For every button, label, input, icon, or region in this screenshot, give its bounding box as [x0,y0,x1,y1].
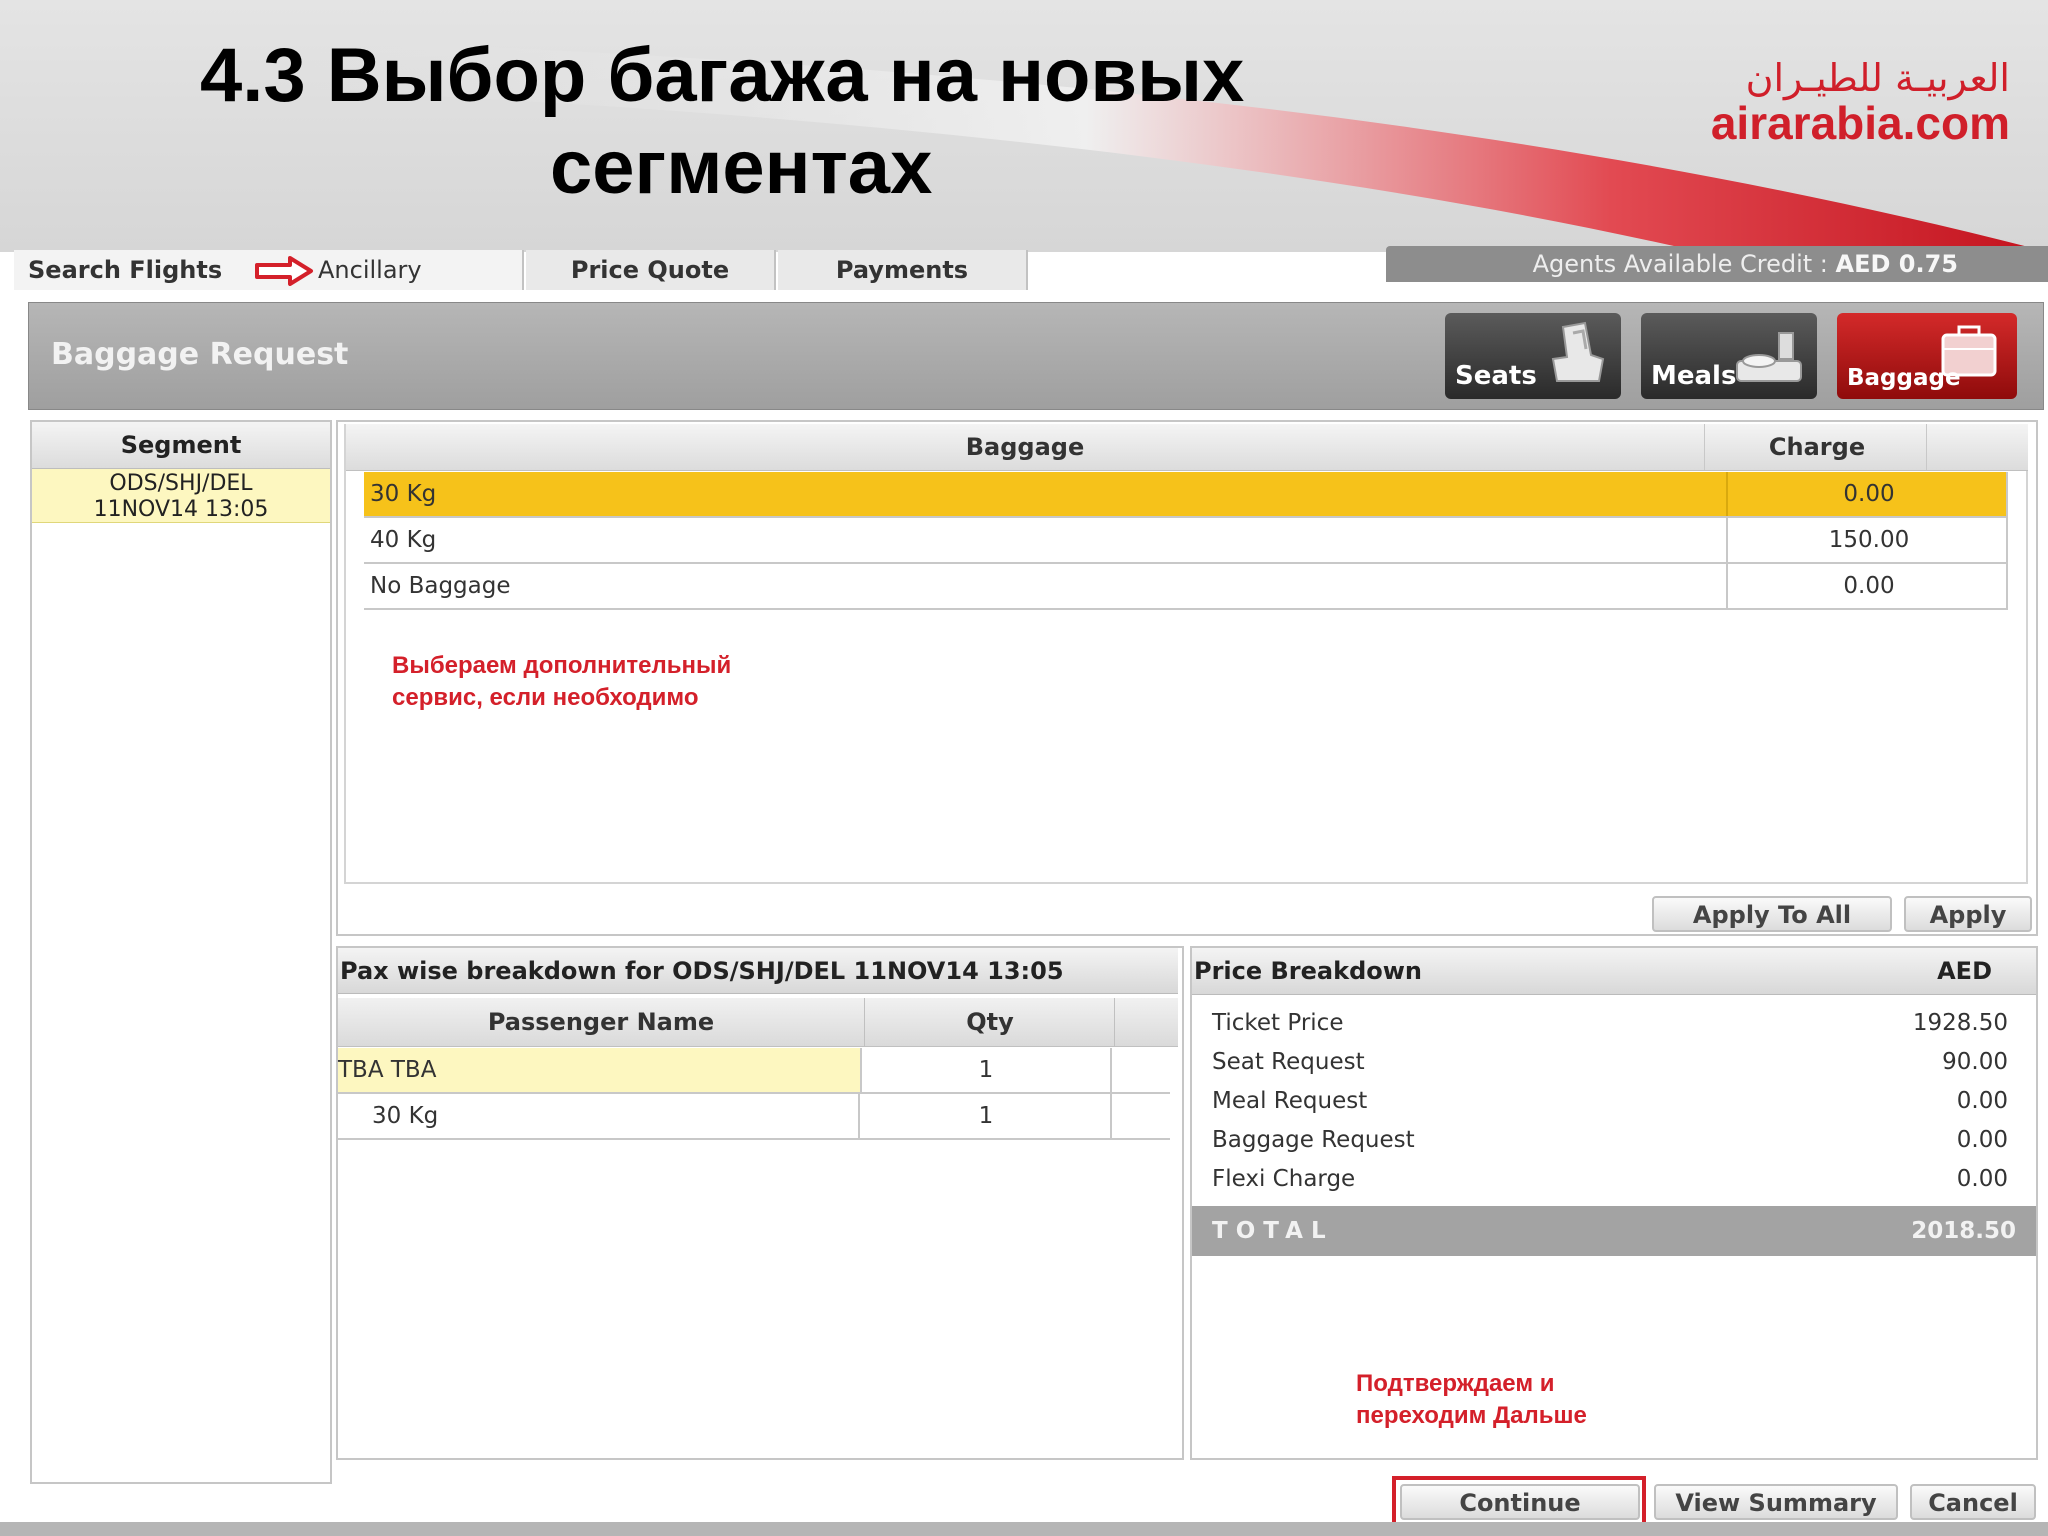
baggage-annotation: Выбераем дополнительный сервис, если нео… [392,650,731,714]
continue-annotation: Подтверждаем и переходим Дальше [1356,1368,1587,1432]
cancel-button[interactable]: Cancel [1910,1484,2036,1520]
total-label: TOTAL [1212,1218,1334,1244]
baggage-option-name: 40 Kg [370,527,437,553]
segment-route: ODS/SHJ/DEL [109,471,253,496]
apply-to-all-button[interactable]: Apply To All [1652,896,1892,932]
bottom-strip [0,1522,2048,1536]
baggage-option-row[interactable]: 40 Kg 150.00 [364,518,2008,564]
tab-payments[interactable]: Payments [778,250,1028,290]
agent-credit-label: Agents Available Credit : [1532,250,1828,278]
price-row: Seat Request 90.00 [1212,1043,2008,1081]
baggage-option-charge: 150.00 [1726,518,2010,562]
price-label: Flexi Charge [1212,1166,1356,1192]
baggage-option-name: No Baggage [370,573,511,599]
baggage-option-charge: 0.00 [1726,564,2010,608]
price-value: 0.00 [1956,1088,2008,1114]
tab-price-quote[interactable]: Price Quote [526,250,776,290]
segment-panel: Segment ODS/SHJ/DEL 11NOV14 13:05 [30,420,332,1484]
pax-item-name: 30 Kg [338,1094,860,1138]
price-value: 0.00 [1956,1127,2008,1153]
qty-header: Qty [866,998,1115,1046]
meals-service-button[interactable]: Meals [1641,313,1817,399]
segment-header: Segment [32,422,330,469]
slide-title-line2: сегментах [550,125,933,210]
pax-table-header: Passenger Name Qty [338,998,1178,1047]
seats-service-button[interactable]: Seats [1445,313,1621,399]
baggage-option-row[interactable]: 30 Kg 0.00 [364,472,2008,518]
price-breakdown-header: Price Breakdown AED [1192,948,2036,995]
request-title: Baggage Request [51,337,349,372]
baggage-option-row[interactable]: No Baggage 0.00 [364,564,2008,610]
baggage-option-charge: 0.00 [1726,472,2010,516]
price-row: Flexi Charge 0.00 [1212,1160,2008,1198]
agent-credit-value: AED 0.75 [1835,250,1958,278]
segment-datetime: 11NOV14 13:05 [93,497,269,522]
segment-row[interactable]: ODS/SHJ/DEL 11NOV14 13:05 [32,469,330,523]
baggage-table-header: Baggage Charge [346,424,2028,471]
price-value: 90.00 [1942,1049,2008,1075]
seat-icon [1551,321,1605,382]
price-row: Ticket Price 1928.50 [1212,1004,2008,1042]
price-label: Meal Request [1212,1088,1368,1114]
baggage-service-button[interactable]: Baggage [1837,313,2017,399]
passenger-name-header: Passenger Name [338,998,865,1046]
slide-title: 4.3 Выбор багажа на новых сегментах [200,30,1330,214]
price-label: Seat Request [1212,1049,1365,1075]
total-value: 2018.50 [1911,1218,2016,1244]
pax-breakdown-title: Pax wise breakdown for ODS/SHJ/DEL 11NOV… [338,948,1178,994]
logo-arabic-text: العربيـة للطيـران [1745,56,2010,100]
baggage-column-header: Baggage [346,424,1705,470]
price-value: 1928.50 [1912,1010,2008,1036]
seats-label: Seats [1455,361,1537,391]
apply-button[interactable]: Apply [1904,896,2032,932]
price-row: Baggage Request 0.00 [1212,1121,2008,1159]
price-row: Meal Request 0.00 [1212,1082,2008,1120]
price-breakdown-title: Price Breakdown [1194,957,1422,985]
airarabia-logo: العربيـة للطيـران airarabia.com [1640,56,2010,146]
pax-item-qty: 1 [862,1094,1112,1138]
agent-credit-bar: Agents Available Credit : AED 0.75 [1386,246,2048,282]
baggage-annotation-line2: сервис, если необходимо [392,684,699,711]
view-summary-button[interactable]: View Summary [1654,1484,1898,1520]
price-currency: AED [1937,957,1992,985]
price-value: 0.00 [1956,1166,2008,1192]
continue-annotation-line2: переходим Дальше [1356,1402,1587,1429]
charge-column-header: Charge [1708,424,1927,470]
pax-row[interactable]: 30 Kg 1 [338,1094,1170,1140]
tab-search-flights[interactable]: Search Flights Ancillary [14,250,524,290]
price-label: Baggage Request [1212,1127,1415,1153]
continue-highlight-box [1392,1476,1646,1528]
pax-row[interactable]: TBA TBA 1 [338,1048,1170,1094]
price-label: Ticket Price [1212,1010,1344,1036]
baggage-label: Baggage [1847,365,1961,391]
tab-search-flights-label: Search Flights [28,256,223,284]
meal-icon [1736,332,1802,382]
baggage-annotation-line1: Выбераем дополнительный [392,652,732,679]
request-header-bar: Baggage Request Seats Meals Baggage [28,302,2044,410]
continue-annotation-line1: Подтверждаем и [1356,1370,1555,1397]
passenger-name: TBA TBA [338,1048,862,1092]
logo-latin-text: airarabia.com [1710,97,2010,149]
arrow-right-icon [255,256,313,286]
meals-label: Meals [1651,361,1737,391]
passenger-qty: 1 [862,1048,1112,1092]
total-bar: TOTAL 2018.50 [1192,1206,2036,1256]
tab-ancillary-label[interactable]: Ancillary [318,250,422,290]
baggage-option-name: 30 Kg [370,481,437,507]
slide-title-line1: 4.3 Выбор багажа на новых [200,33,1245,118]
